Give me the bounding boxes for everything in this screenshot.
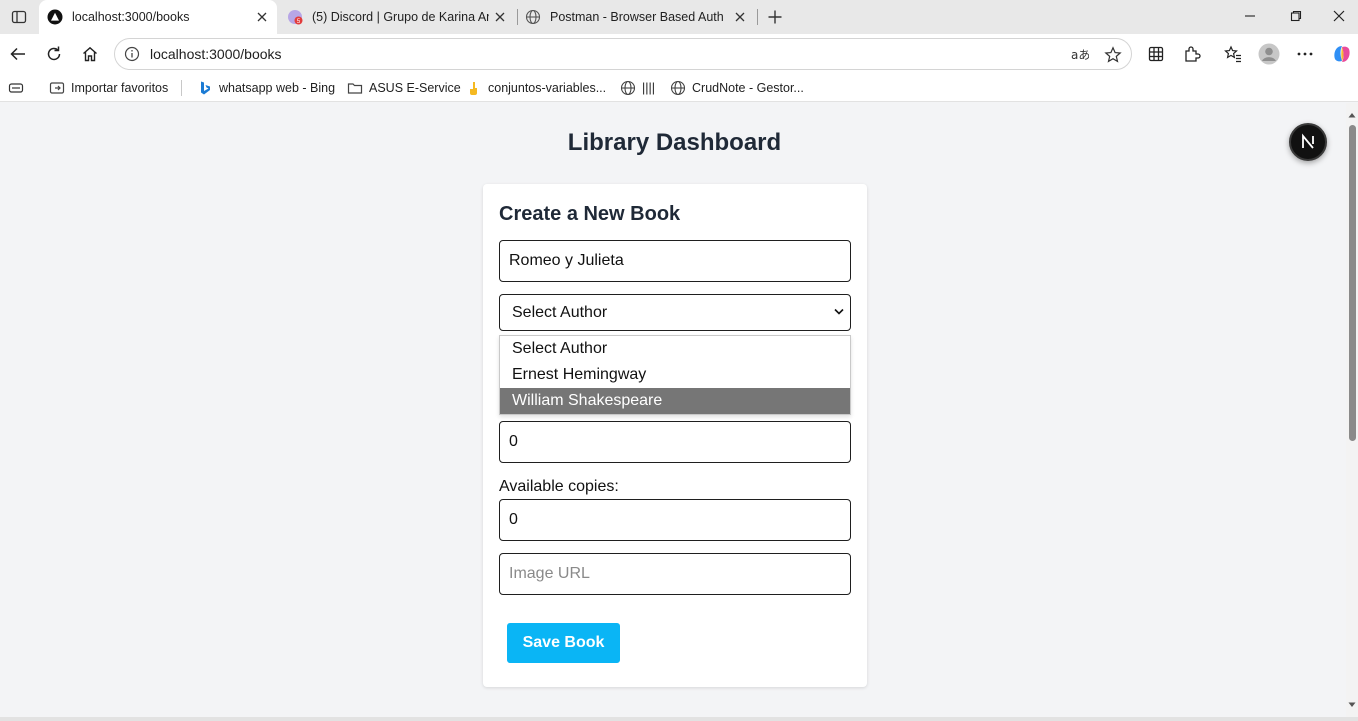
translate-icon[interactable]: aあ [1070,45,1090,65]
bookmark-label: |||| [642,81,655,95]
reload-icon[interactable] [40,40,68,68]
total-copies-input[interactable]: 0 [499,421,851,463]
bookmarks-divider [181,80,182,96]
close-icon[interactable] [729,6,751,28]
author-option-highlighted[interactable]: William Shakespeare [500,388,850,414]
favorites-icon[interactable] [1219,40,1247,68]
globe-icon [620,80,636,96]
author-select-value: Select Author [512,303,608,321]
sidebar-toggle-icon[interactable] [8,6,30,28]
nextjs-dev-badge[interactable] [1289,123,1327,161]
available-copies-label: Available copies: [499,478,619,495]
bookmark-crudnote[interactable]: CrudNote - Gestor... [670,78,804,98]
extensions-icon[interactable] [1178,40,1206,68]
hand-icon [466,80,482,96]
bookmarks-bar: Importar favoritos whatsapp web - Bing A… [0,74,1358,102]
bookmark-whatsapp-bing[interactable]: whatsapp web - Bing [197,78,335,98]
bing-icon [197,80,213,96]
bookmark-asus-eservice[interactable]: ASUS E-Service [347,78,461,98]
author-dropdown-list: Select Author Ernest Hemingway William S… [499,335,851,415]
tab-title: (5) Discord | Grupo de Karina Andrea [312,10,489,24]
split-screen-icon[interactable] [1142,40,1170,68]
new-tab-icon[interactable] [763,5,787,29]
minimize-icon[interactable] [1227,0,1273,32]
svg-text:aあ: aあ [1071,48,1089,62]
folder-icon [347,80,363,96]
globe-icon [525,9,541,25]
profile-avatar-icon[interactable] [1255,40,1283,68]
url-text[interactable]: localhost:3000/books [150,46,282,62]
page-viewport: Library Dashboard Create a New Book Rome… [3,103,1346,717]
tab-strip: localhost:3000/books 5 (5) Discord | Gru… [0,0,1358,34]
image-url-input[interactable]: Image URL [499,553,851,595]
available-copies-input[interactable]: 0 [499,499,851,541]
tab-postman[interactable]: Postman - Browser Based Auth [517,0,755,34]
bookmark-barcode[interactable]: |||| [620,78,655,98]
scroll-down-icon[interactable] [1348,701,1356,709]
tab-books[interactable]: localhost:3000/books [39,0,277,34]
favorite-star-icon[interactable] [1103,45,1123,65]
close-icon[interactable] [251,6,273,28]
bookmark-label: Importar favoritos [71,81,169,95]
scroll-up-icon[interactable] [1348,111,1356,119]
close-icon[interactable] [489,6,511,28]
author-option[interactable]: Ernest Hemingway [500,362,850,388]
bookmark-import-favorites[interactable]: Importar favoritos [49,78,168,98]
page-title: Library Dashboard [567,129,782,156]
author-select[interactable]: Select Author [499,294,851,331]
scroll-thumb[interactable] [1349,125,1356,441]
window-close-icon[interactable] [1319,0,1358,32]
tab-title: Postman - Browser Based Auth [550,10,724,24]
tab-separator [757,9,758,25]
copilot-icon[interactable] [1328,40,1356,68]
address-bar[interactable]: localhost:3000/books aあ [114,38,1132,70]
bookmark-label: CrudNote - Gestor... [692,81,804,95]
bookmarks-menu-icon[interactable] [8,78,24,98]
nextjs-icon [47,9,63,25]
bookmark-conjuntos-variables[interactable]: conjuntos-variables... [466,78,606,98]
bookmark-label: whatsapp web - Bing [219,81,336,95]
form-heading: Create a New Book [499,203,681,225]
bookmark-label: ASUS E-Service [369,81,461,95]
tab-discord[interactable]: 5 (5) Discord | Grupo de Karina Andrea [279,0,515,34]
browser-toolbar: localhost:3000/books aあ [0,34,1358,74]
page-scrollbar[interactable] [1346,103,1358,717]
create-book-card: Create a New Book Romeo y Julieta Select… [483,184,867,687]
window-bottom-edge [0,717,1358,721]
back-icon[interactable] [4,40,32,68]
author-option[interactable]: Select Author [500,336,850,362]
home-icon[interactable] [76,40,104,68]
bookmark-label: conjuntos-variables... [488,81,607,95]
tab-title: localhost:3000/books [72,10,190,24]
nextjs-logo-icon [1302,133,1314,149]
save-book-button[interactable]: Save Book [507,623,620,663]
more-menu-icon[interactable] [1291,40,1319,68]
restore-icon[interactable] [1273,0,1319,32]
discord-icon: 5 [287,9,303,25]
book-title-input[interactable]: Romeo y Julieta [499,240,851,282]
chevron-down-icon [834,308,844,315]
globe-icon [670,80,686,96]
import-icon [49,80,65,96]
site-info-icon[interactable] [124,46,140,62]
